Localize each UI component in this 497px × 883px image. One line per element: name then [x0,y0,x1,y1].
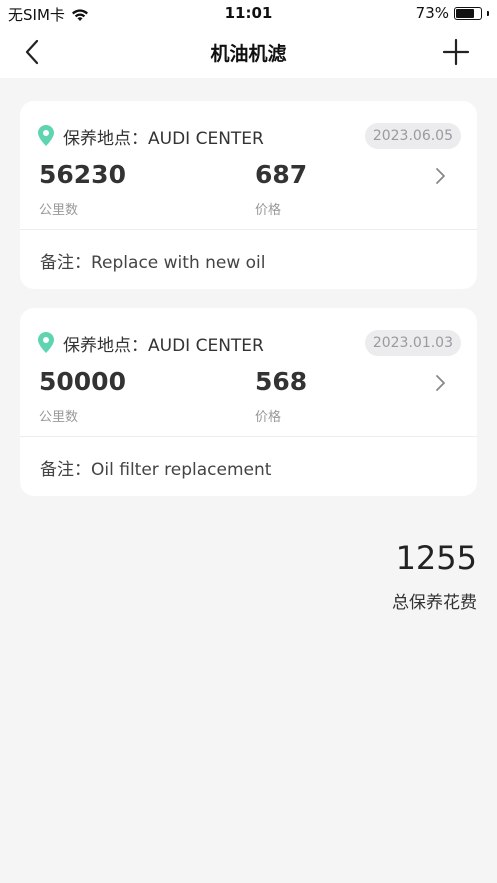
chevron-right-icon[interactable] [433,167,447,185]
mileage-label: 公里数 [39,203,79,218]
add-icon[interactable] [441,37,471,67]
card-header: 保养地点：AUDI CENTER 2023.01.03 [38,330,461,356]
location-pin-icon [38,332,54,353]
location-text: 保养地点：AUDI CENTER [63,331,264,356]
battery-level [456,8,474,18]
card-header: 保养地点：AUDI CENTER 2023.06.05 [38,123,461,149]
location-value: AUDI CENTER [148,336,264,356]
mileage-label: 公里数 [39,410,79,425]
location-pin-icon [38,125,54,146]
price-value: 568 [255,367,308,396]
status-bar: 无SIM卡 11:01 73% [0,0,497,26]
note-value: Replace with new oil [91,253,266,273]
divider [20,229,477,230]
total-cost-label: 总保养花费 [392,593,477,613]
chevron-right-icon[interactable] [433,374,447,392]
mileage-value: 50000 [39,367,126,396]
date-badge: 2023.01.03 [364,330,461,356]
price-label: 价格 [255,203,282,218]
total-cost-value: 1255 [395,539,477,577]
battery-percent: 73% [415,4,449,22]
maintenance-record-card[interactable]: 保养地点：AUDI CENTER 2023.01.03 50000 公里数 56… [20,308,477,496]
note-text: 备注：Oil filter replacement [40,455,271,480]
price-value: 687 [255,160,308,189]
note-text: 备注：Replace with new oil [40,248,266,273]
note-value: Oil filter replacement [91,460,272,480]
battery-cap [487,10,489,16]
note-label: 备注： [40,253,91,273]
page-title: 机油机滤 [210,43,287,65]
nav-bar: 机油机滤 [0,26,497,78]
date-badge: 2023.06.05 [364,123,461,149]
location-label: 保养地点： [63,336,148,356]
price-label: 价格 [255,410,282,425]
note-label: 备注： [40,460,91,480]
location-value: AUDI CENTER [148,129,264,149]
divider [20,436,477,437]
battery-icon [454,6,482,20]
status-right: 73% [416,4,489,22]
maintenance-record-card[interactable]: 保养地点：AUDI CENTER 2023.06.05 56230 公里数 68… [20,101,477,289]
location-text: 保养地点：AUDI CENTER [63,124,264,149]
mileage-value: 56230 [39,160,126,189]
location-label: 保养地点： [63,129,148,149]
